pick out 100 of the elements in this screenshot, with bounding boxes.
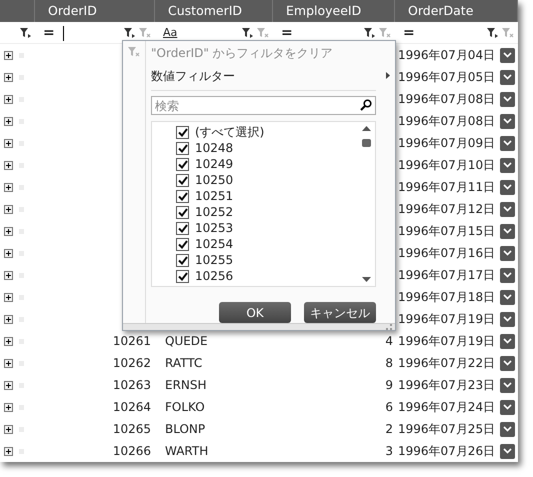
menu-item[interactable]: 数値フィルター: [151, 66, 235, 84]
checkbox[interactable]: [176, 206, 189, 218]
column-header[interactable]: EmployeeID: [273, 0, 395, 22]
expand-icon[interactable]: [4, 50, 13, 60]
column-header[interactable]: OrderID: [35, 0, 155, 22]
checkbox-label: 10251: [195, 188, 234, 205]
expand-icon[interactable]: [4, 424, 13, 434]
chevron-down-icon: [503, 52, 512, 58]
expand-icon[interactable]: [4, 270, 13, 280]
table-cell-text: 1996年07月08日: [398, 91, 496, 108]
checkbox[interactable]: [176, 270, 189, 282]
expand-icon[interactable]: [4, 446, 13, 456]
table-cell: 9: [385, 378, 393, 392]
table-cell-text: 1996年07月04日: [398, 47, 496, 64]
match-case-toggle[interactable]: Aa: [159, 24, 182, 42]
dropdown-button[interactable]: [500, 224, 515, 238]
scroll-thumb[interactable]: [362, 139, 371, 147]
table-cell: 3: [385, 444, 393, 458]
chevron-down-icon: [503, 382, 512, 388]
dropdown-button[interactable]: [500, 70, 515, 84]
column-header[interactable]: OrderDate: [395, 0, 518, 22]
dropdown-button[interactable]: [500, 290, 515, 304]
operator-button[interactable]: =: [277, 22, 297, 44]
checkbox[interactable]: [176, 222, 189, 234]
dropdown-button[interactable]: [500, 246, 515, 260]
dropdown-button[interactable]: [500, 444, 515, 458]
expand-icon[interactable]: [4, 94, 13, 104]
filter-icon[interactable]: [487, 28, 498, 38]
text-cursor[interactable]: [62, 26, 64, 40]
ok-button[interactable]: OK: [219, 302, 291, 323]
checkbox-label: 10252: [195, 204, 234, 221]
checkbox-label: 10249: [195, 156, 234, 173]
cancel-button[interactable]: キャンセル: [304, 302, 376, 323]
checkbox[interactable]: [176, 174, 189, 186]
chevron-down-icon: [503, 360, 512, 366]
chevron-down-icon: [503, 184, 512, 190]
table-cell: 10262: [112, 356, 151, 370]
chevron-down-icon: [503, 316, 512, 322]
table-cell: BLONP: [165, 422, 206, 436]
dropdown-button[interactable]: [500, 202, 515, 216]
expand-icon[interactable]: [4, 402, 13, 412]
table-cell-text: 1996年07月12日: [398, 201, 496, 218]
filter-icon[interactable]: [124, 28, 135, 38]
checkbox[interactable]: [176, 238, 189, 250]
expand-icon[interactable]: [4, 380, 13, 390]
expand-icon[interactable]: [4, 336, 13, 346]
table-cell: QUEDE: [165, 334, 208, 348]
submenu-arrow-icon: [386, 72, 390, 79]
table-cell-text: 1996年07月09日: [398, 135, 496, 152]
search-field[interactable]: 検索: [151, 96, 376, 115]
table-cell: 6: [385, 400, 393, 414]
checkbox[interactable]: [176, 254, 189, 266]
operator-button[interactable]: =: [39, 22, 59, 44]
chevron-down-icon: [503, 96, 512, 102]
checkbox-label: 10248: [195, 140, 234, 157]
expand-icon[interactable]: [4, 358, 13, 368]
checkbox-label: 10256: [195, 268, 234, 285]
scroll-down-icon[interactable]: [362, 277, 371, 282]
expand-icon[interactable]: [4, 314, 13, 324]
chevron-down-icon: [503, 162, 512, 168]
dropdown-button[interactable]: [500, 400, 515, 414]
expand-icon[interactable]: [4, 182, 13, 192]
dropdown-button[interactable]: [500, 312, 515, 326]
filter-icon[interactable]: [20, 28, 31, 38]
expand-icon[interactable]: [4, 72, 13, 82]
dropdown-button[interactable]: [500, 136, 515, 150]
dropdown-button[interactable]: [500, 268, 515, 282]
dropdown-button[interactable]: [500, 356, 515, 370]
expand-icon[interactable]: [4, 292, 13, 302]
checkbox[interactable]: [176, 190, 189, 202]
expand-icon[interactable]: [4, 160, 13, 170]
dropdown-button[interactable]: [500, 114, 515, 128]
chevron-down-icon: [503, 448, 512, 454]
filter-icon[interactable]: [364, 28, 375, 38]
table-cell: 10263: [112, 378, 151, 392]
expand-icon[interactable]: [4, 248, 13, 258]
operator-button[interactable]: =: [399, 22, 419, 44]
expand-icon[interactable]: [4, 116, 13, 126]
checkbox[interactable]: [176, 158, 189, 170]
expand-icon[interactable]: [4, 138, 13, 148]
table-cell-text: 1996年07月16日: [398, 245, 496, 262]
dropdown-button[interactable]: [500, 378, 515, 392]
expand-icon[interactable]: [4, 204, 13, 214]
resize-grip-icon[interactable]: [386, 324, 392, 330]
chevron-down-icon: [503, 294, 512, 300]
expand-icon[interactable]: [4, 226, 13, 236]
scroll-up-icon[interactable]: [362, 126, 371, 131]
column-header[interactable]: CustomerID: [155, 0, 273, 22]
filter-icon[interactable]: [242, 28, 253, 38]
dropdown-button[interactable]: [500, 334, 515, 348]
checkbox[interactable]: [176, 126, 189, 138]
dropdown-button[interactable]: [500, 92, 515, 106]
dropdown-button[interactable]: [500, 422, 515, 436]
table-cell-text: 1996年07月10日: [398, 157, 496, 174]
table-cell: 10261: [112, 334, 151, 348]
dropdown-button[interactable]: [500, 158, 515, 172]
dropdown-button[interactable]: [500, 48, 515, 62]
checkbox[interactable]: [176, 142, 189, 154]
dropdown-button[interactable]: [500, 180, 515, 194]
table-cell: WARTH: [165, 444, 208, 458]
